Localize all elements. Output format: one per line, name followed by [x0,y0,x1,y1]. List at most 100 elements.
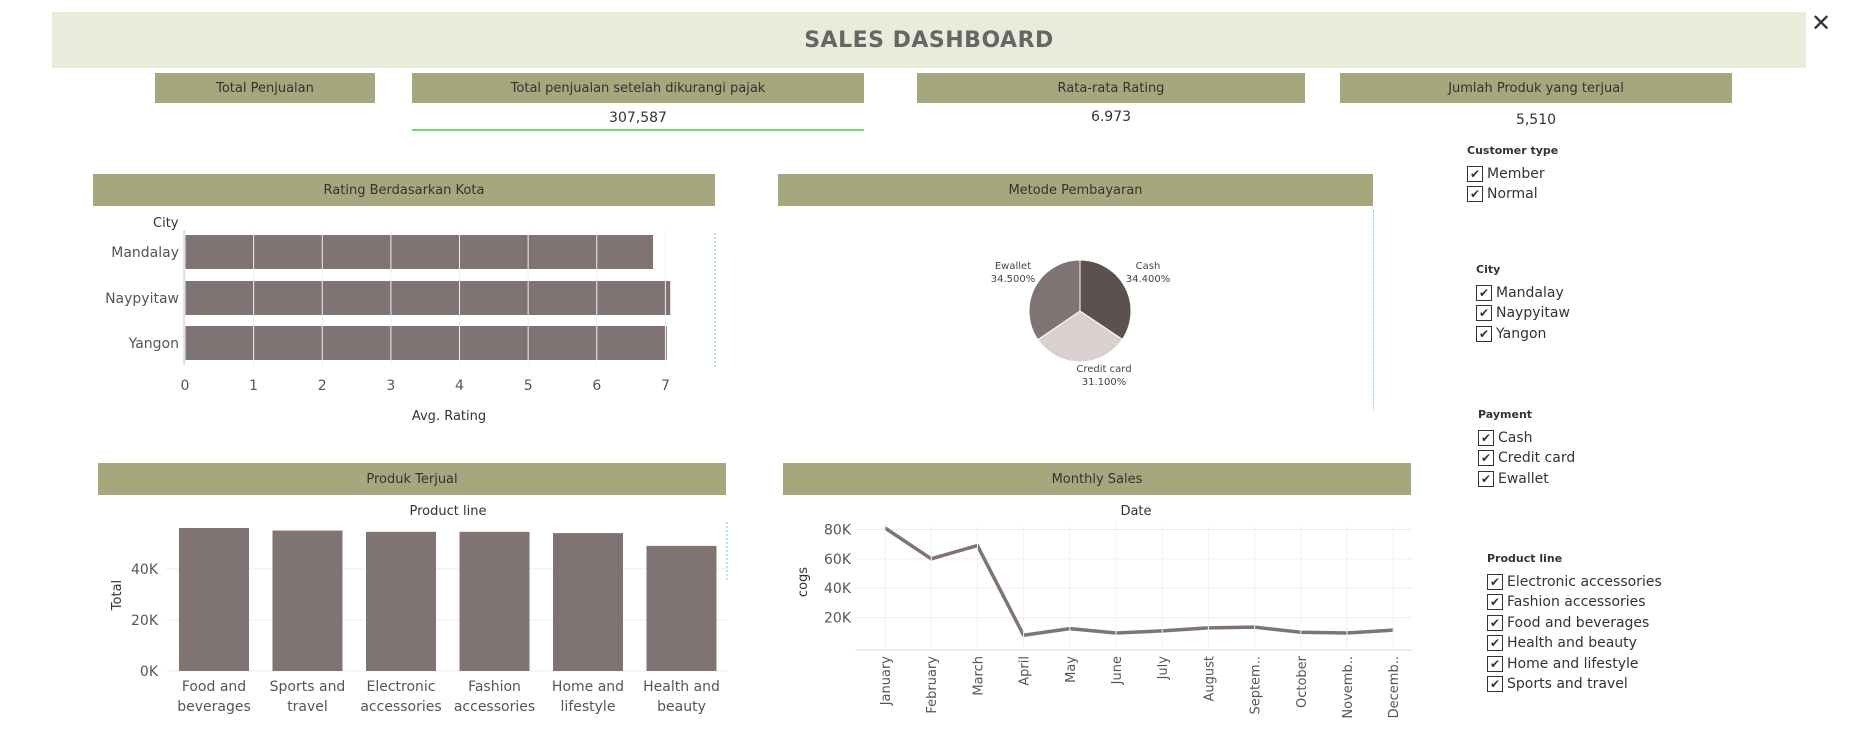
y-tick-label: 80K [824,522,852,538]
filter-option[interactable]: ✔ Naypyitaw [1476,303,1570,323]
y-tick-label: 40K [824,581,852,597]
filter-title: City [1476,263,1501,276]
product-chart: Product line 0K 20K 40K Total Food and beverag… [110,504,728,715]
checkbox-checked-icon[interactable]: ✔ [1476,325,1492,342]
pie-slice-pct: 34.500% [991,274,1036,285]
city-label: Naypyitaw [105,291,179,307]
kpi-products-sold-title: Jumlah Produk yang terjual [1340,73,1732,103]
x-tick-label: 0 [181,378,190,394]
filter-option[interactable]: ✔ Cash [1478,428,1533,448]
filter-title: Product line [1487,552,1563,565]
y-tick-label: 40K [131,562,159,578]
filter-option-label: Electronic accessories [1507,574,1662,590]
monthly-chart: Date 20K 40K 60K 80K cogs January February March… [796,504,1413,719]
product-bar [553,533,623,671]
kpi-products-sold-value: 5,510 [1515,112,1557,128]
pie-slice-label: Credit card [1076,364,1131,375]
filter-option[interactable]: ✔ Health and beauty [1487,633,1637,653]
payment-panel-title: Metode Pembayaran [778,174,1373,206]
close-icon[interactable]: ✕ [1808,10,1834,36]
x-tick-label: accessories [360,699,441,715]
filter-option[interactable]: ✔ Home and lifestyle [1487,654,1638,674]
checkbox-checked-icon[interactable]: ✔ [1487,574,1503,590]
filter-option[interactable]: ✔ Member [1467,164,1545,184]
checkbox-checked-icon[interactable]: ✔ [1487,594,1503,611]
checkbox-checked-icon[interactable]: ✔ [1476,305,1492,322]
pie-slice-pct: 34.400% [1126,274,1171,285]
x-tick-label: April [1018,656,1033,686]
x-tick-label: accessories [454,699,535,715]
product-panel-title: Produk Terjual [98,463,726,495]
filter-option[interactable]: ✔ Mandalay [1476,283,1564,303]
x-tick-label: January [879,656,894,707]
filter-option-label: Member [1487,166,1545,182]
checkbox-checked-icon[interactable]: ✔ [1487,655,1503,672]
y-tick-label: 60K [824,552,852,568]
checkbox-checked-icon[interactable]: ✔ [1487,635,1503,652]
x-axis-title: Avg. Rating [412,409,486,424]
kpi-avg-rating-value: 6.973 [1090,109,1132,125]
filter-option[interactable]: ✔ Credit card [1478,448,1575,468]
city-header: City [153,216,179,231]
pie-slice-label: Ewallet [995,261,1031,272]
x-tick-label: Home and [552,679,624,695]
x-tick-label: March [971,656,986,696]
product-bar [366,531,436,671]
checkbox-checked-icon[interactable]: ✔ [1487,676,1503,692]
checkbox-checked-icon[interactable]: ✔ [1478,450,1494,467]
x-tick-label: July [1156,656,1171,681]
x-tick-label: 2 [318,378,327,394]
rating-chart: City Mandalay Naypyitaw Yangon 0 1 2 3 4 5 6 7 Avg. … [105,216,716,424]
cogs-line [884,526,1394,637]
payment-pie-chart: Cash 34.400% Credit card 31.100% Ewallet 34.5… [991,259,1171,388]
filter-option-label: Yangon [1496,325,1547,342]
filter-option[interactable]: ✔ Electronic accessories [1487,572,1662,592]
y-tick-label: 0K [140,664,159,680]
filter-option[interactable]: ✔ Fashion accessories [1487,592,1646,612]
pie-slice-label: Cash [1136,261,1161,272]
rating-bar [185,281,671,315]
filter-option-label: Normal [1487,186,1538,203]
kpi-underline [412,129,864,131]
y-axis-title: cogs [796,567,811,597]
x-tick-label: 5 [524,378,533,394]
x-tick-label: February [925,656,940,714]
x-tick-label: Food and [182,679,246,695]
filter-option[interactable]: ✔ Sports and travel [1487,674,1628,694]
product-bar [459,531,530,671]
x-tick-label: Fashion [468,679,521,695]
city-label: Yangon [128,336,179,352]
panel-divider [1373,210,1374,410]
x-tick-label: August [1202,656,1217,702]
x-tick-label: 7 [661,378,670,394]
filter-title: Customer type [1467,144,1559,157]
filter-option-label: Cash [1498,430,1533,446]
x-tick-label: October [1295,655,1310,708]
product-bar [272,530,343,671]
filter-option-label: Naypyitaw [1496,305,1570,322]
checkbox-checked-icon[interactable]: ✔ [1487,614,1503,631]
rating-bar [185,235,654,269]
filter-option-label: Sports and travel [1507,676,1628,692]
checkbox-checked-icon[interactable]: ✔ [1476,285,1492,301]
x-tick-label: Electronic [366,679,435,695]
x-tick-label: Health and [643,679,720,695]
kpi-total-after-tax-value: 307,587 [609,110,667,126]
filter-option-label: Credit card [1498,450,1576,467]
filter-option[interactable]: ✔ Food and beverages [1487,613,1649,633]
checkbox-checked-icon[interactable]: ✔ [1478,430,1494,446]
filter-option-label: Health and beauty [1507,635,1637,652]
x-tick-label: travel [287,699,328,715]
filter-option[interactable]: ✔ Yangon [1476,324,1546,344]
monthly-panel-title: Monthly Sales [783,463,1411,495]
product-bar [646,545,717,671]
checkbox-checked-icon[interactable]: ✔ [1467,186,1483,203]
kpi-avg-rating-title: Rata-rata Rating [917,73,1305,103]
filter-option[interactable]: ✔ Ewallet [1478,469,1549,489]
checkbox-checked-icon[interactable]: ✔ [1478,470,1494,487]
filter-option-label: Ewallet [1498,470,1549,487]
y-tick-label: 20K [131,613,159,629]
checkbox-checked-icon[interactable]: ✔ [1467,166,1483,182]
filter-option[interactable]: ✔ Normal [1467,184,1538,204]
filter-option-label: Food and beverages [1507,614,1650,631]
